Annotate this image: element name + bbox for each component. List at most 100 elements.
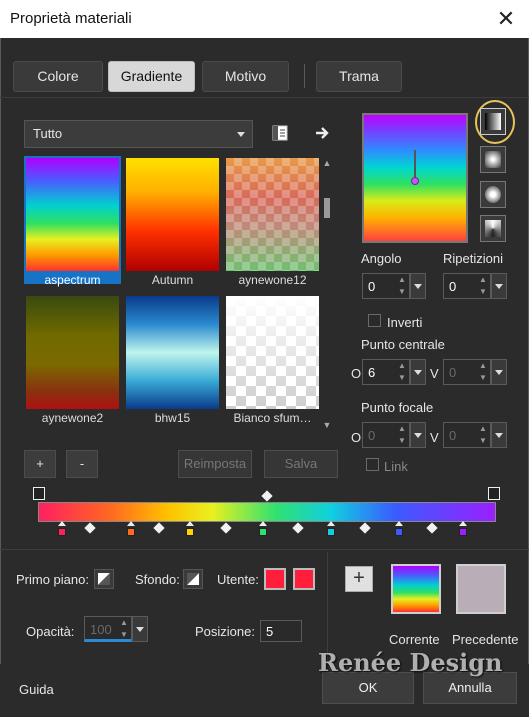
repeats-input[interactable]: 0 ▲ ▼ <box>443 273 491 299</box>
tab-colore[interactable]: Colore <box>13 61 103 92</box>
invert-checkbox[interactable] <box>368 314 381 327</box>
spin-arrows-icon[interactable]: ▲ ▼ <box>395 423 409 447</box>
tab-separator <box>304 64 305 88</box>
spin-arrows-icon[interactable]: ▲ ▼ <box>476 423 490 447</box>
opacity-input[interactable]: 100 ▲ ▼ <box>84 616 132 642</box>
color-stop[interactable] <box>325 521 337 538</box>
gradient-thumb-bhw15[interactable]: bhw15 <box>124 294 221 425</box>
color-stop[interactable] <box>257 521 269 538</box>
linear-gradient-icon <box>485 113 501 130</box>
tab-motivo[interactable]: Motivo <box>202 61 289 92</box>
foreground-button[interactable] <box>94 569 114 589</box>
invert-label: Inverti <box>387 315 423 330</box>
gradient-thumb-bianco-sfumato[interactable]: Bianco sfum… <box>224 294 321 425</box>
tab-trama[interactable]: Trama <box>316 61 402 92</box>
remove-gradient-button[interactable]: - <box>66 450 98 478</box>
rectangular-style-button[interactable] <box>480 146 506 173</box>
gradient-thumb-aynewone12[interactable]: aynewone12 <box>224 156 321 287</box>
user-color-swatch-1[interactable] <box>264 568 286 590</box>
color-stop[interactable] <box>457 521 469 538</box>
color-midpoint[interactable] <box>426 522 438 534</box>
focal-h-dropdown[interactable] <box>410 422 426 448</box>
reset-button[interactable]: Reimposta <box>178 450 252 478</box>
color-midpoint[interactable] <box>359 522 371 534</box>
corner-triangle-icon <box>187 573 199 585</box>
transparency-stop-left[interactable] <box>33 487 45 500</box>
center-v-label: V <box>430 366 439 381</box>
repeats-label: Ripetizioni <box>443 251 503 266</box>
radial-style-button[interactable] <box>480 181 506 208</box>
scroll-up-icon[interactable]: ▲ <box>322 158 332 168</box>
previous-preview[interactable] <box>456 564 506 614</box>
sunburst-gradient-icon <box>485 220 501 237</box>
cancel-button[interactable]: Annulla <box>423 672 517 704</box>
position-input[interactable]: 5 <box>260 620 302 642</box>
center-h-input[interactable]: 6 ▲ ▼ <box>362 359 410 385</box>
focal-v-input[interactable]: 0 ▲ ▼ <box>443 422 491 448</box>
spin-arrows-icon[interactable]: ▲ ▼ <box>476 360 490 384</box>
color-midpoint[interactable] <box>153 522 165 534</box>
scroll-thumb[interactable] <box>324 198 330 218</box>
angle-handle[interactable] <box>411 177 419 185</box>
focal-point-label: Punto focale <box>361 400 434 415</box>
previous-label: Precedente <box>452 632 519 647</box>
background-button[interactable] <box>183 569 203 589</box>
color-stop[interactable] <box>56 521 68 538</box>
library-scrollbar[interactable]: ▲ ▼ <box>321 158 333 434</box>
gradient-label: bhw15 <box>154 411 191 425</box>
gradient-thumb-autumn[interactable]: Autumn <box>124 156 221 287</box>
ok-button[interactable]: OK <box>322 672 414 704</box>
gradient-editor-bar[interactable] <box>38 502 496 522</box>
arrow-right-icon[interactable] <box>312 123 334 145</box>
spin-arrows-icon[interactable]: ▲ ▼ <box>395 360 409 384</box>
repeats-dropdown[interactable] <box>491 273 507 299</box>
gradient-swatch <box>26 158 119 271</box>
angle-dropdown[interactable] <box>410 273 426 299</box>
section-divider <box>0 549 529 550</box>
gradient-swatch <box>226 158 319 271</box>
transparency-midpoint[interactable] <box>261 490 273 502</box>
add-gradient-button[interactable]: + <box>24 450 56 478</box>
opacity-dropdown[interactable] <box>132 616 148 642</box>
spin-arrows-icon[interactable]: ▲ ▼ <box>117 617 131 641</box>
save-button[interactable]: Salva <box>264 450 338 478</box>
center-v-dropdown[interactable] <box>491 359 507 385</box>
color-midpoint[interactable] <box>292 522 304 534</box>
gradient-thumb-aynewone2[interactable]: aynewone2 <box>24 294 121 425</box>
background-label: Sfondo: <box>135 572 180 587</box>
current-label: Corrente <box>389 632 440 647</box>
center-h-dropdown[interactable] <box>410 359 426 385</box>
gradient-thumb-aspectrum[interactable]: aspectrum <box>24 156 121 287</box>
focal-h-input[interactable]: 0 ▲ ▼ <box>362 422 410 448</box>
color-stop[interactable] <box>393 521 405 538</box>
color-midpoint[interactable] <box>220 522 232 534</box>
help-link[interactable]: Guida <box>19 682 54 697</box>
linear-style-button[interactable] <box>480 108 506 135</box>
angle-needle <box>414 150 416 180</box>
gradient-swatch <box>126 296 219 409</box>
user-label: Utente: <box>217 572 259 587</box>
close-icon[interactable]: ✕ <box>493 6 519 32</box>
color-stop[interactable] <box>184 521 196 538</box>
focal-h-value: 0 <box>368 428 376 443</box>
focal-v-dropdown[interactable] <box>491 422 507 448</box>
spin-arrows-icon[interactable]: ▲ ▼ <box>395 274 409 298</box>
color-stop[interactable] <box>125 521 137 538</box>
category-dropdown[interactable]: Tutto <box>24 120 253 148</box>
transparency-stop-right[interactable] <box>488 487 500 500</box>
add-to-swatches-button[interactable]: + <box>345 566 373 592</box>
sunburst-style-button[interactable] <box>480 215 506 242</box>
scroll-down-icon[interactable]: ▼ <box>322 420 332 430</box>
link-label: Link <box>384 459 408 474</box>
library-options-icon[interactable] <box>270 123 292 145</box>
gradient-preview[interactable] <box>362 113 468 243</box>
spin-arrows-icon[interactable]: ▲ ▼ <box>476 274 490 298</box>
current-preview <box>391 564 441 614</box>
color-midpoint[interactable] <box>84 522 96 534</box>
center-v-input[interactable]: 0 ▲ ▼ <box>443 359 491 385</box>
tab-gradiente[interactable]: Gradiente <box>108 61 195 92</box>
user-color-swatch-2[interactable] <box>293 568 315 590</box>
angle-input[interactable]: 0 ▲ ▼ <box>362 273 410 299</box>
link-checkbox[interactable] <box>366 458 379 471</box>
gradient-label: aspectrum <box>44 273 101 287</box>
